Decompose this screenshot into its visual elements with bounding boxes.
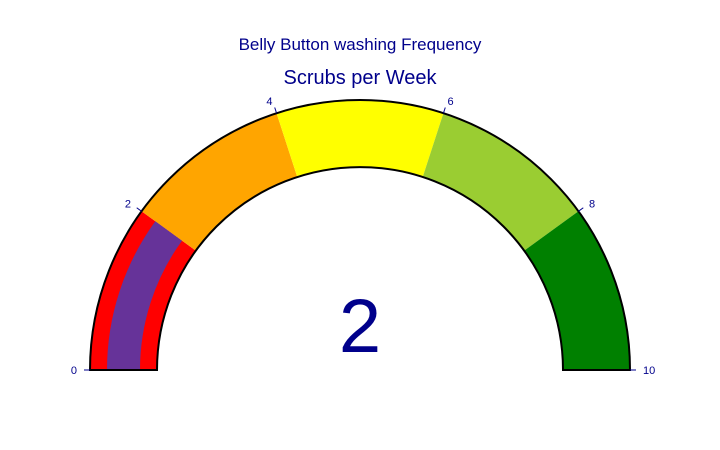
- gauge-value: 2: [339, 284, 381, 369]
- gauge-step-2: [276, 99, 444, 177]
- tick-label-2: 2: [125, 199, 131, 211]
- tick-label-8: 8: [589, 199, 595, 211]
- chart-subtitle: Scrubs per Week: [283, 67, 437, 89]
- tick-mark-4: [274, 107, 278, 114]
- tick-label-0: 0: [71, 365, 77, 377]
- tick-label-6: 6: [447, 96, 453, 108]
- tick-label-10: 10: [643, 365, 655, 377]
- tick-mark-8: [578, 207, 584, 212]
- gauge-chart: Belly Button washing Frequency Scrubs pe…: [71, 35, 655, 377]
- tick-label-4: 4: [266, 96, 272, 108]
- tick-mark-2: [136, 207, 142, 212]
- chart-title: Belly Button washing Frequency: [239, 35, 482, 54]
- tick-mark-6: [442, 107, 446, 114]
